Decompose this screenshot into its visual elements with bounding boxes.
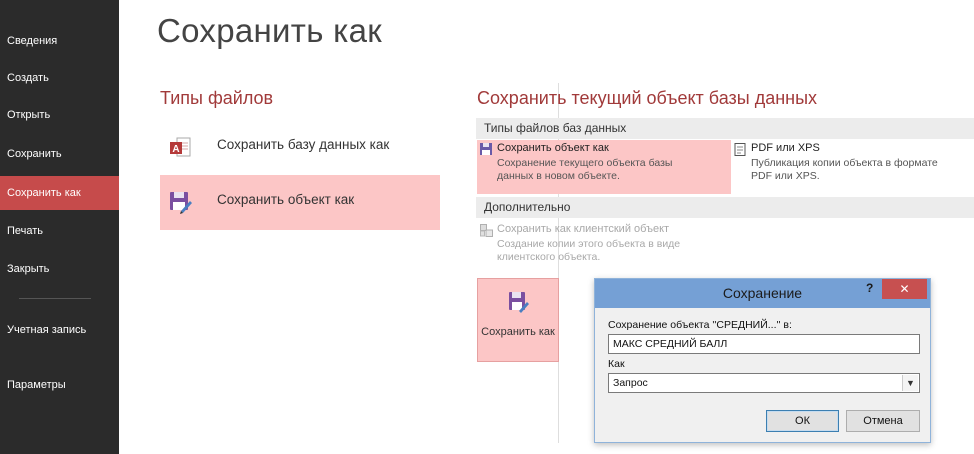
option-description-line: клиентского объекта. bbox=[497, 251, 601, 263]
file-type-save-object-as[interactable]: Сохранить объект как bbox=[160, 175, 440, 230]
dialog-close-button[interactable]: ✕ bbox=[882, 279, 927, 299]
option-description-line: Сохранение текущего объекта базы bbox=[497, 157, 673, 169]
main-content: Сохранить как Типы файлов A Сохранить ба… bbox=[119, 0, 974, 454]
save-as-type-select[interactable]: Запрос ▼ bbox=[608, 373, 920, 393]
file-types-title: Типы файлов bbox=[160, 88, 274, 108]
save-as-type-value: Запрос bbox=[613, 377, 648, 389]
dialog-help-button[interactable]: ? bbox=[866, 281, 873, 295]
file-type-label: Сохранить базу данных как bbox=[217, 137, 390, 152]
object-name-label: Сохранение объекта ''СРЕДНИЙ...'' в: bbox=[608, 319, 792, 331]
save-object-icon bbox=[170, 192, 192, 214]
access-database-icon: A bbox=[170, 137, 191, 157]
backstage-nav: Сведения Создать Открыть Сохранить Сохра… bbox=[0, 0, 119, 454]
option-title: Сохранить объект как bbox=[497, 142, 609, 154]
nav-item-new[interactable]: Создать bbox=[0, 61, 119, 95]
option-save-object-as[interactable]: Сохранить объект как Сохранение текущего… bbox=[477, 140, 731, 194]
nav-item-save[interactable]: Сохранить bbox=[0, 137, 119, 171]
option-client-object: Сохранить как клиентский объект Создание… bbox=[477, 221, 731, 275]
nav-item-save-as[interactable]: Сохранить как bbox=[0, 176, 119, 210]
save-dialog: Сохранение ? ✕ Сохранение объекта ''СРЕД… bbox=[594, 278, 931, 443]
save-as-button[interactable]: Сохранить как bbox=[477, 278, 559, 362]
chevron-down-icon[interactable]: ▼ bbox=[902, 375, 918, 391]
save-as-button-label: Сохранить как bbox=[481, 326, 555, 338]
save-object-icon bbox=[509, 292, 529, 313]
dialog-title-bar[interactable]: Сохранение ? ✕ bbox=[595, 279, 930, 308]
option-description-line: Публикация копии объекта в формате bbox=[751, 157, 938, 169]
option-title: Сохранить как клиентский объект bbox=[497, 223, 670, 235]
option-description: Публикация копии объекта в формате PDF и… bbox=[751, 157, 938, 183]
nav-item-print[interactable]: Печать bbox=[0, 214, 119, 248]
option-description: Сохранение текущего объекта базы данных … bbox=[497, 157, 672, 183]
page-title: Сохранить как bbox=[157, 12, 383, 49]
option-description-line: PDF или XPS. bbox=[751, 170, 820, 182]
client-object-icon bbox=[480, 224, 493, 237]
nav-divider bbox=[19, 298, 91, 299]
svg-text:A: A bbox=[172, 144, 179, 155]
save-icon bbox=[480, 143, 492, 155]
option-pdf-xps[interactable]: PDF или XPS Публикация копии объекта в ф… bbox=[731, 140, 974, 194]
additional-header: Дополнительно bbox=[476, 197, 974, 218]
nav-item-options[interactable]: Параметры bbox=[0, 368, 119, 402]
file-type-save-database-as[interactable]: A Сохранить базу данных как bbox=[160, 120, 440, 175]
option-description-line: Создание копии этого объекта в виде bbox=[497, 238, 681, 250]
nav-item-close[interactable]: Закрыть bbox=[0, 252, 119, 286]
option-title: PDF или XPS bbox=[751, 142, 820, 154]
save-as-type-label: Как bbox=[608, 358, 625, 370]
object-name-input[interactable]: МАКС СРЕДНИЙ БАЛЛ bbox=[608, 334, 920, 354]
save-object-title: Сохранить текущий объект базы данных bbox=[477, 88, 818, 108]
ok-button[interactable]: ОК bbox=[766, 410, 839, 432]
db-file-types-header: Типы файлов баз данных bbox=[476, 118, 974, 139]
file-type-label: Сохранить объект как bbox=[217, 192, 355, 207]
cancel-button[interactable]: Отмена bbox=[846, 410, 920, 432]
pdf-icon bbox=[734, 143, 746, 156]
dialog-title: Сохранение bbox=[722, 285, 803, 301]
nav-item-account[interactable]: Учетная запись bbox=[7, 322, 107, 339]
option-description: Создание копии этого объекта в виде клие… bbox=[497, 238, 680, 264]
nav-item-open[interactable]: Открыть bbox=[0, 98, 119, 132]
nav-item-info[interactable]: Сведения bbox=[0, 24, 119, 58]
option-description-line: данных в новом объекте. bbox=[497, 170, 620, 182]
